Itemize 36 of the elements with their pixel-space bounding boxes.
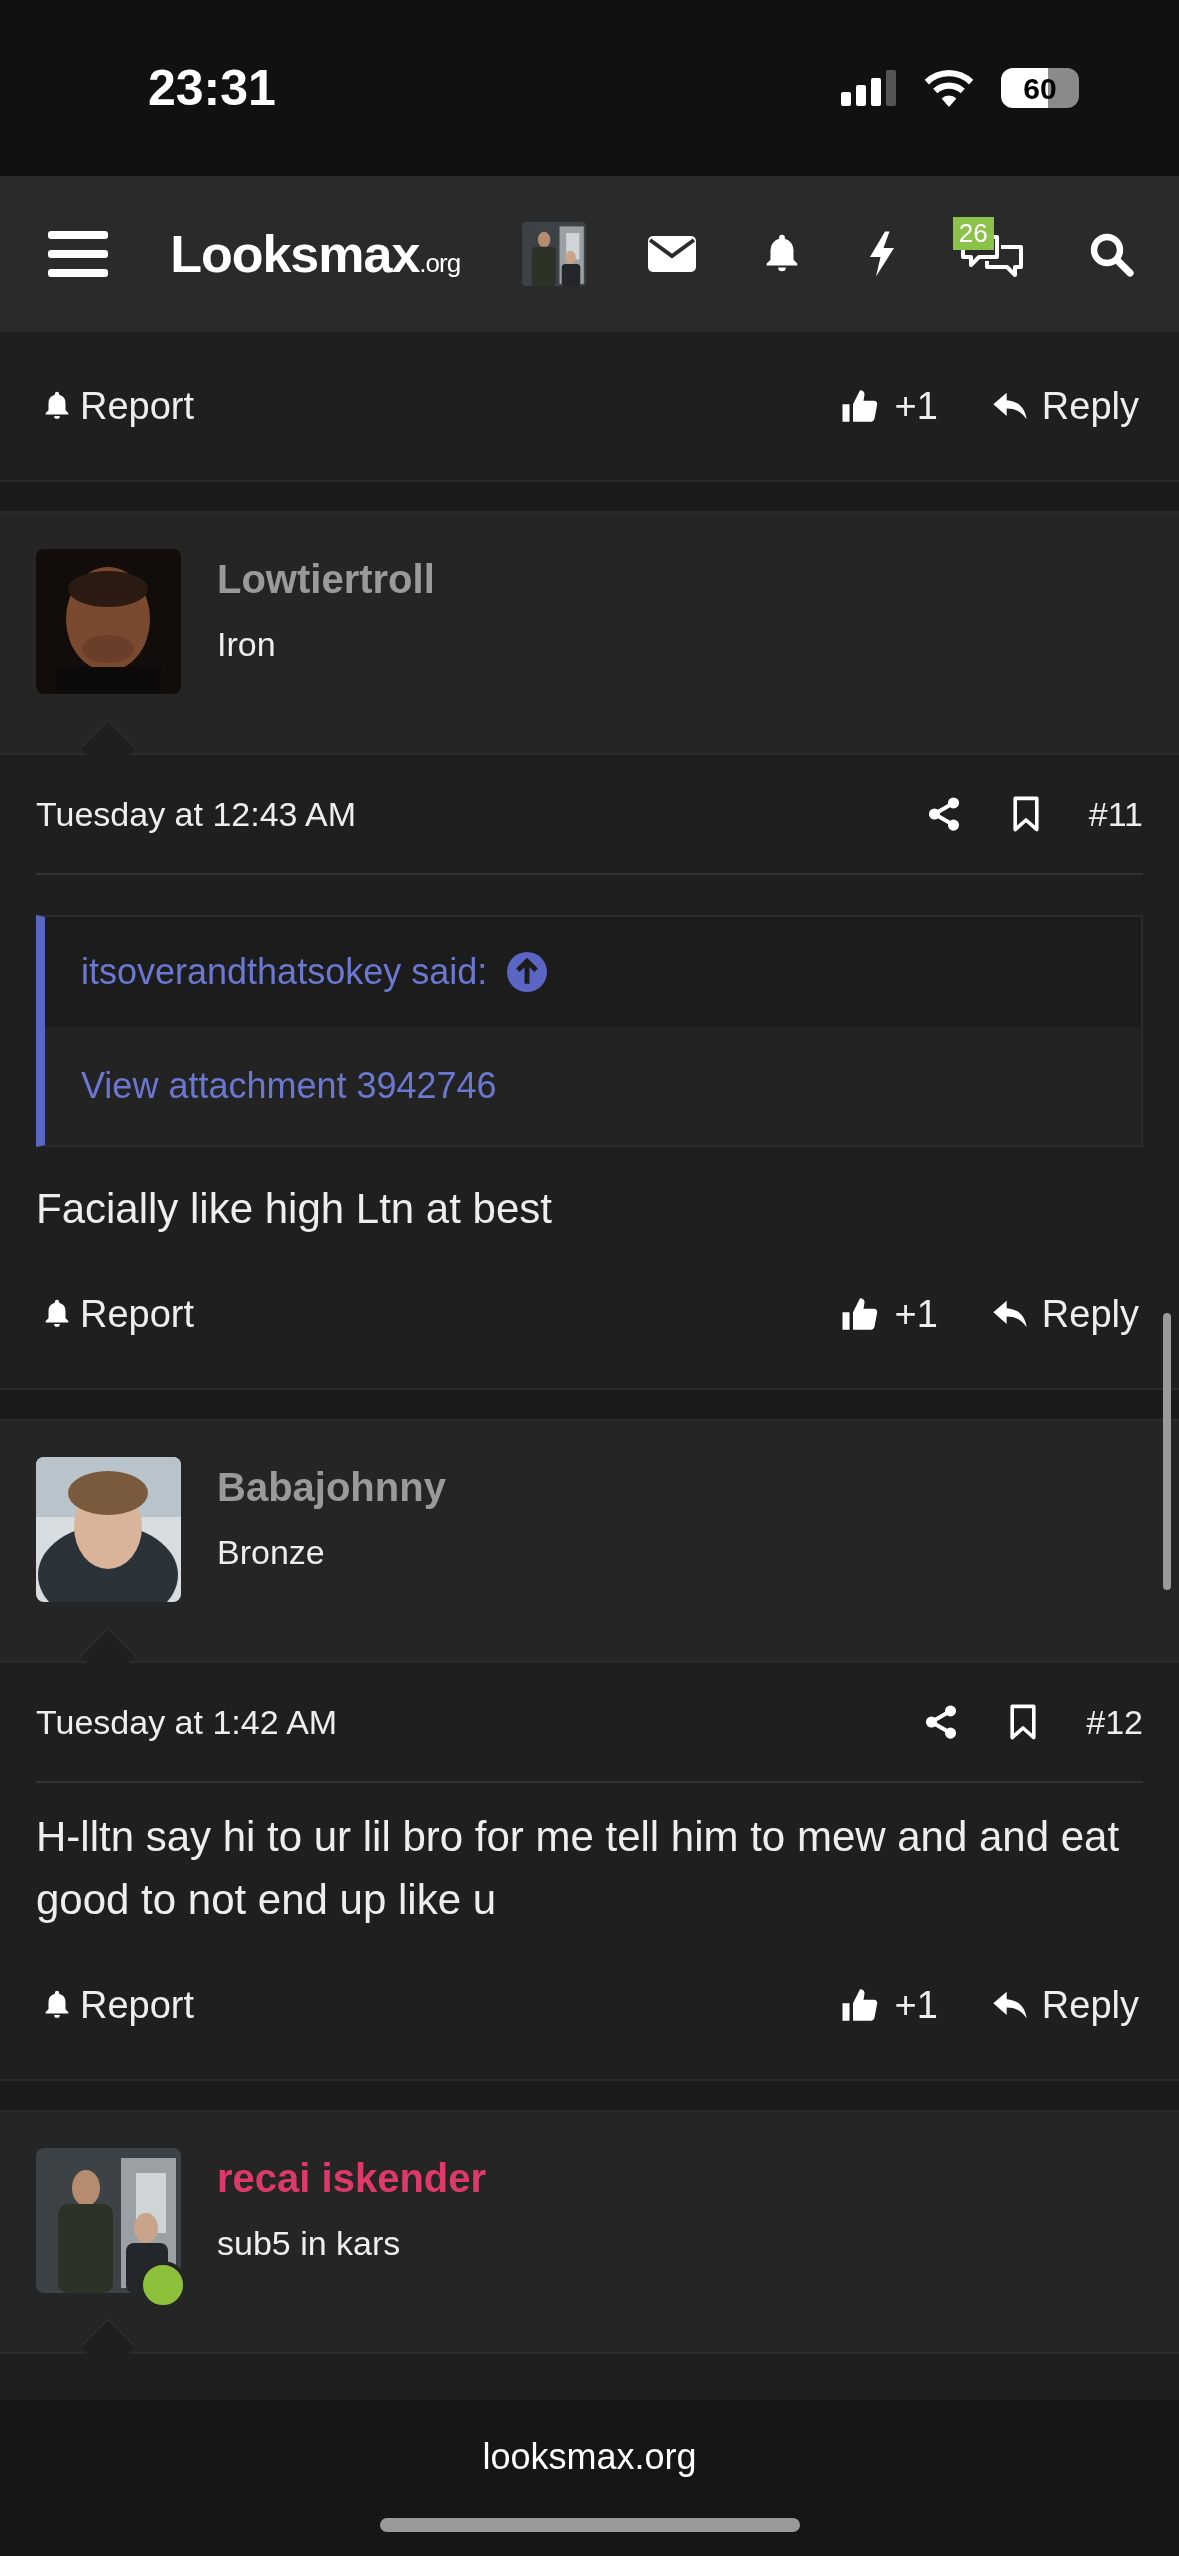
address-bar-url[interactable]: looksmax.org xyxy=(482,2430,697,2484)
reply-link[interactable]: Reply xyxy=(989,1976,1139,2034)
signal-icon xyxy=(841,70,897,106)
post-text: Facially like high Ltn at best xyxy=(36,1184,553,1234)
clock-time: 23:31 xyxy=(148,58,276,118)
post-date[interactable]: Tuesday at 12:43 AM xyxy=(36,788,357,840)
post-number[interactable]: #11 xyxy=(1088,788,1143,840)
bookmark-icon[interactable] xyxy=(1010,796,1041,832)
report-link[interactable]: Report xyxy=(40,1285,195,1343)
username-link[interactable]: Lowtiertroll xyxy=(217,549,435,609)
battery-level: 60 xyxy=(1023,70,1057,107)
envelope-icon[interactable] xyxy=(648,236,697,272)
arrow-up-circle-icon[interactable] xyxy=(507,952,548,992)
bookmark-icon[interactable] xyxy=(1008,1704,1039,1740)
report-link[interactable]: Report xyxy=(40,1976,195,2034)
like-button[interactable]: +1 xyxy=(838,1976,938,2034)
user-title: Iron xyxy=(217,624,277,665)
attachment-link[interactable]: View attachment 3942746 xyxy=(81,1059,497,1113)
post-text: H-lltn say hi to ur lil bro for me tell him to mew and and eat good to not end up like u xyxy=(36,1812,1121,1925)
user-title: Bronze xyxy=(217,1532,326,1573)
post-date[interactable]: Tuesday at 1:42 AM xyxy=(36,1696,338,1748)
scrollbar[interactable] xyxy=(1163,1313,1171,1590)
reply-link[interactable]: Reply xyxy=(989,377,1139,435)
site-logo[interactable]: Looksmax.org xyxy=(170,215,461,293)
reply-link[interactable]: Reply xyxy=(989,1285,1139,1343)
username-link[interactable]: recai iskender xyxy=(217,2148,487,2208)
notification-badge: 26 xyxy=(952,217,994,250)
quote-author-link[interactable]: itsoverandthatsokey said: xyxy=(81,945,488,999)
report-link[interactable]: Report xyxy=(40,377,195,435)
like-button[interactable]: +1 xyxy=(838,1285,938,1343)
post-number[interactable]: #12 xyxy=(1086,1696,1143,1748)
wifi-icon xyxy=(923,69,975,107)
menu-icon[interactable] xyxy=(48,229,108,279)
user-title: sub5 in kars xyxy=(217,2223,402,2264)
like-button[interactable]: +1 xyxy=(838,377,938,435)
username-link[interactable]: Babajohnny xyxy=(217,1457,446,1517)
